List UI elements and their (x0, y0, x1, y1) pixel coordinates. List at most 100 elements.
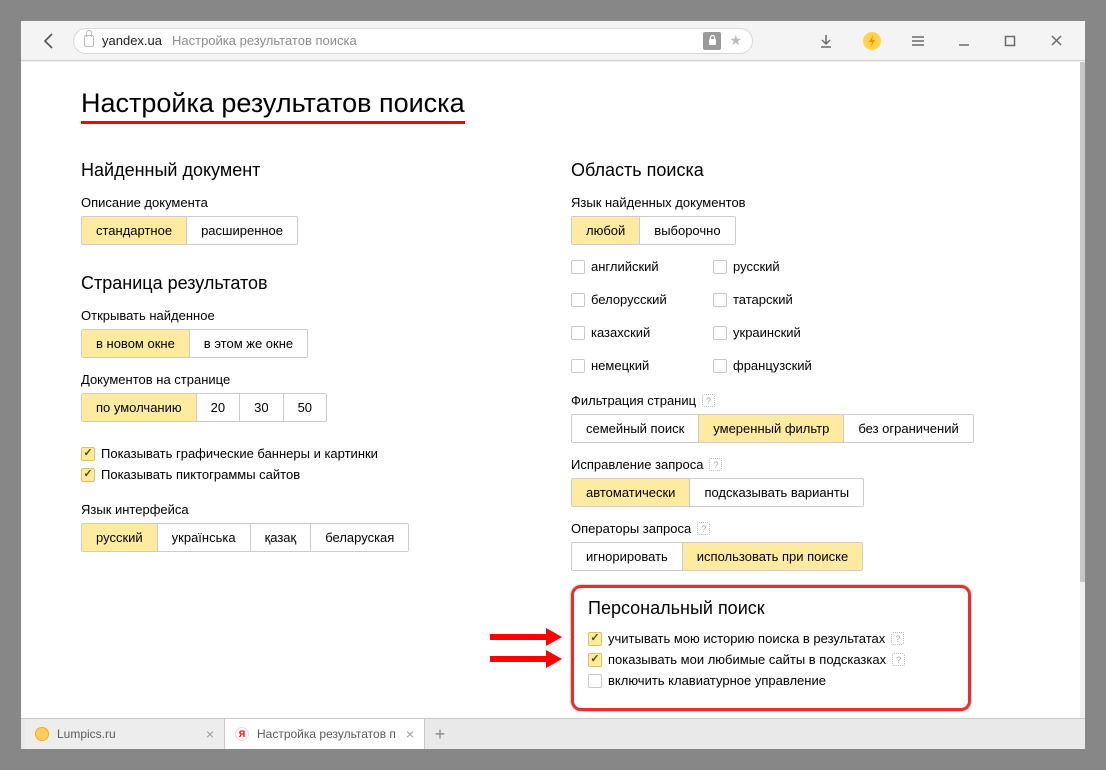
chk-lang-tt[interactable]: татарский (713, 292, 843, 307)
downloads-icon[interactable] (803, 21, 849, 61)
menu-icon[interactable] (895, 21, 941, 61)
chk-lang-be[interactable]: белорусский (571, 292, 701, 307)
page-content: Настройка результатов поиска Найденный д… (21, 62, 1080, 718)
opt-extended[interactable]: расширенное (187, 217, 297, 244)
chk-use-history[interactable]: учитывать мою историю поиска в результат… (588, 631, 954, 646)
left-column: Найденный документ Описание документа ст… (81, 146, 481, 711)
chk-lang-en[interactable]: английский (571, 259, 701, 274)
browser-toolbar: yandex.ua Настройка результатов поиска ★ (21, 21, 1085, 61)
close-button[interactable] (1033, 21, 1079, 61)
right-column: Область поиска Язык найденных документов… (571, 146, 971, 711)
opt-lang-uk[interactable]: українська (158, 524, 251, 551)
chk-show-favicons[interactable]: Показывать пиктограммы сайтов (81, 467, 481, 482)
page-title: Настройка результатов поиска (81, 88, 465, 119)
checkbox-icon (571, 260, 585, 274)
chk-label: показывать мои любимые сайты в подсказка… (608, 652, 886, 667)
chk-label: украинский (733, 325, 801, 340)
opt-auto[interactable]: автоматически (572, 479, 690, 506)
help-icon[interactable]: ? (891, 632, 904, 645)
chk-label: немецкий (591, 358, 649, 373)
opt-selective[interactable]: выборочно (640, 217, 734, 244)
annotation-highlight-box: Персональный поиск учитывать мою историю… (571, 585, 971, 711)
help-icon[interactable]: ? (892, 653, 905, 666)
opt-suggest[interactable]: подсказывать варианты (690, 479, 863, 506)
opt-lang-by[interactable]: беларуская (311, 524, 408, 551)
checkbox-icon (571, 293, 585, 307)
chk-lang-de[interactable]: немецкий (571, 358, 701, 373)
chk-label: белорусский (591, 292, 667, 307)
opt-30[interactable]: 30 (240, 394, 283, 421)
opt-use[interactable]: использовать при поиске (683, 543, 862, 570)
opt-lang-kz[interactable]: қазақ (251, 524, 312, 551)
seg-ui-language: русский українська қазақ беларуская (81, 523, 409, 552)
scrollbar[interactable] (1080, 62, 1085, 718)
opt-standard[interactable]: стандартное (82, 217, 187, 244)
seg-doc-description: стандартное расширенное (81, 216, 298, 245)
chk-keyboard-nav[interactable]: включить клавиатурное управление (588, 673, 954, 688)
chk-label: Показывать пиктограммы сайтов (101, 467, 300, 482)
close-tab-icon[interactable]: × (406, 726, 414, 742)
lock-badge-icon[interactable] (703, 32, 721, 50)
checkbox-icon (713, 359, 727, 373)
help-icon[interactable]: ? (709, 458, 722, 471)
turbo-icon[interactable] (849, 21, 895, 61)
label-query-correction: Исправление запроса? (571, 457, 971, 472)
checkbox-icon (713, 326, 727, 340)
opt-new-window[interactable]: в новом окне (82, 330, 190, 357)
help-icon[interactable]: ? (697, 522, 710, 535)
seg-docs-language: любой выборочно (571, 216, 736, 245)
seg-open-found: в новом окне в этом же окне (81, 329, 308, 358)
opt-same-window[interactable]: в этом же окне (190, 330, 307, 357)
chk-lang-fr[interactable]: французский (713, 358, 843, 373)
maximize-button[interactable] (987, 21, 1033, 61)
label-doc-description: Описание документа (81, 195, 481, 210)
help-icon[interactable]: ? (702, 394, 715, 407)
tab-lumpics[interactable]: Lumpics.ru × (25, 719, 225, 749)
seg-page-filter: семейный поиск умеренный фильтр без огра… (571, 414, 974, 443)
back-button[interactable] (27, 25, 71, 57)
label-docs-per-page: Документов на странице (81, 372, 481, 387)
chk-lang-uk[interactable]: украинский (713, 325, 843, 340)
checkbox-icon (588, 632, 602, 646)
checkbox-icon (588, 674, 602, 688)
chk-label: казахский (591, 325, 650, 340)
chk-show-banners[interactable]: Показывать графические баннеры и картинк… (81, 446, 481, 461)
address-bar[interactable]: yandex.ua Настройка результатов поиска ★ (73, 28, 753, 54)
opt-lang-ru[interactable]: русский (82, 524, 158, 551)
seg-query-correction: автоматически подсказывать варианты (571, 478, 864, 507)
checkbox-icon (713, 260, 727, 274)
scrollbar-thumb[interactable] (1080, 62, 1085, 582)
arrow-icon (490, 628, 562, 646)
tab-bar: Lumpics.ru × Я Настройка результатов п ×… (21, 718, 1085, 749)
checkbox-icon (571, 359, 585, 373)
arrow-icon (490, 650, 562, 668)
checkbox-icon (81, 447, 95, 461)
url-title: Настройка результатов поиска (172, 33, 357, 48)
tab-yandex-settings[interactable]: Я Настройка результатов п × (225, 719, 425, 749)
chk-lang-kk[interactable]: казахский (571, 325, 701, 340)
checkbox-icon (588, 653, 602, 667)
checkbox-icon (713, 293, 727, 307)
chk-lang-ru[interactable]: русский (713, 259, 843, 274)
opt-any[interactable]: любой (572, 217, 640, 244)
opt-50[interactable]: 50 (284, 394, 326, 421)
browser-window: yandex.ua Настройка результатов поиска ★… (20, 20, 1086, 750)
opt-20[interactable]: 20 (197, 394, 240, 421)
label-page-filter: Фильтрация страниц? (571, 393, 971, 408)
bookmark-star-icon[interactable]: ★ (729, 32, 742, 49)
close-tab-icon[interactable]: × (206, 726, 214, 742)
chk-label: татарский (733, 292, 793, 307)
new-tab-button[interactable]: + (425, 719, 455, 749)
chk-label: русский (733, 259, 780, 274)
seg-docs-per-page: по умолчанию 20 30 50 (81, 393, 327, 422)
checkbox-icon (571, 326, 585, 340)
minimize-button[interactable] (941, 21, 987, 61)
opt-moderate[interactable]: умеренный фильтр (699, 415, 844, 442)
opt-ignore[interactable]: игнорировать (572, 543, 683, 570)
chk-show-favorites[interactable]: показывать мои любимые сайты в подсказка… (588, 652, 954, 667)
section-personal-search: Персональный поиск (588, 598, 954, 619)
chk-label: французский (733, 358, 812, 373)
opt-family[interactable]: семейный поиск (572, 415, 699, 442)
opt-none[interactable]: без ограничений (844, 415, 972, 442)
opt-default[interactable]: по умолчанию (82, 394, 197, 421)
